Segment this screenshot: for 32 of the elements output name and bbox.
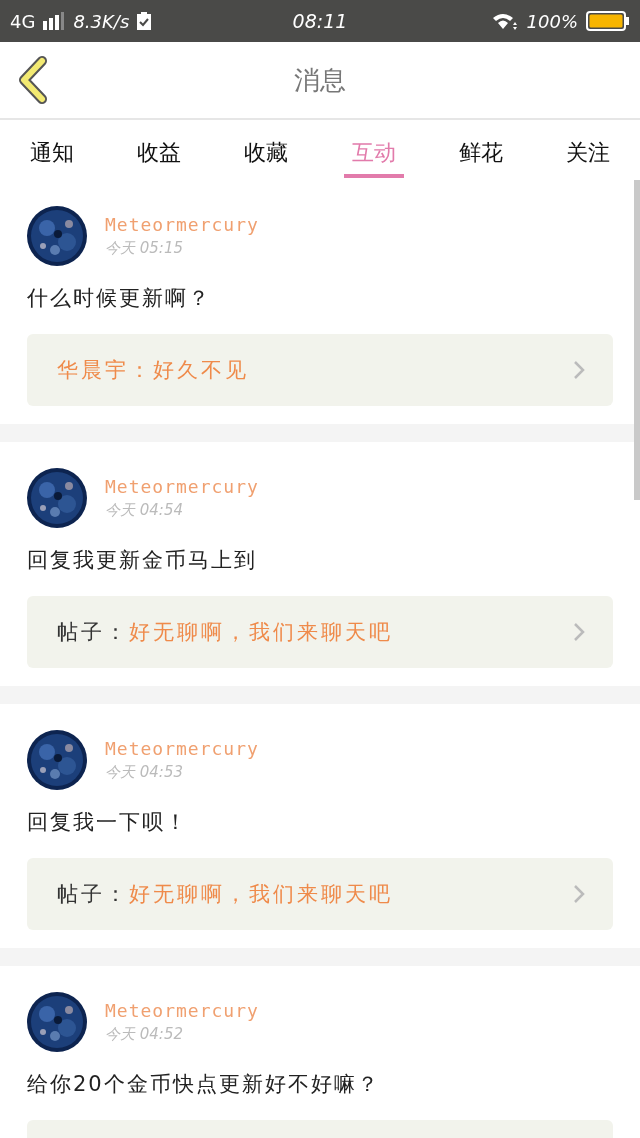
tab[interactable]: 鲜花 xyxy=(450,122,511,178)
reply-text: 好无聊啊，我们来聊天吧 xyxy=(129,881,393,908)
message-text: 回复我更新金币马上到 xyxy=(27,547,258,574)
battery-icon xyxy=(586,11,630,31)
chevron-right-icon xyxy=(573,884,585,904)
page-title: 消息 xyxy=(294,63,346,97)
timestamp: 今天 04:52 xyxy=(105,1025,184,1044)
reply-preview[interactable]: 帖子：好无聊啊，我们来聊天吧 xyxy=(27,596,613,668)
reply-label: 帖子： xyxy=(57,881,129,908)
timestamp: 今天 04:53 xyxy=(105,763,184,782)
tab[interactable]: 关注 xyxy=(557,122,618,178)
clipboard-check-icon xyxy=(137,12,152,30)
network-speed: 8.3K/s xyxy=(73,10,130,32)
timestamp: 今天 05:15 xyxy=(105,239,184,258)
reply-preview[interactable]: 帖子：好无聊啊，我们来聊天吧 xyxy=(27,858,613,930)
tab[interactable]: 收益 xyxy=(129,122,190,178)
clock: 08:11 xyxy=(292,10,348,32)
tab[interactable]: 收藏 xyxy=(236,122,297,178)
message-text: 什么时候更新啊？ xyxy=(27,285,212,312)
chevron-right-icon xyxy=(573,622,585,642)
reply-text: 华晨宇：好久不见 xyxy=(57,357,249,384)
battery-percent: 100% xyxy=(526,10,578,32)
message-text: 回复我一下呗！ xyxy=(27,809,189,836)
back-button[interactable] xyxy=(16,56,50,104)
message-text: 给你20个金币快点更新好不好嘛？ xyxy=(27,1071,381,1098)
signal-icon xyxy=(43,12,66,30)
timestamp: 今天 04:54 xyxy=(105,501,184,520)
reply-label: 帖子： xyxy=(57,619,129,646)
tab[interactable]: 通知 xyxy=(22,122,82,178)
reply-text: 好无聊啊，我们来聊天吧 xyxy=(129,619,393,646)
network-type: 4G xyxy=(10,10,36,32)
chevron-right-icon xyxy=(573,360,585,380)
